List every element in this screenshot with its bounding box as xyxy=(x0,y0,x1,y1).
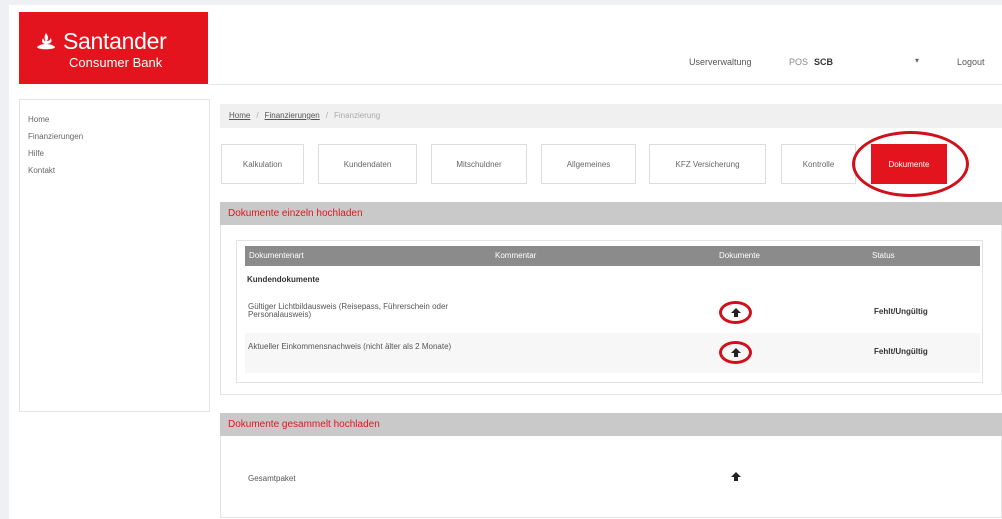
brand-name: Santander xyxy=(63,28,167,54)
section-kundendokumente: Kundendokumente xyxy=(247,275,320,284)
sidebar-item-finanzierungen[interactable]: Finanzierungen xyxy=(28,128,209,145)
breadcrumb-separator: / xyxy=(256,111,259,120)
breadcrumb-home[interactable]: Home xyxy=(229,111,250,120)
upload-icon[interactable] xyxy=(731,348,741,358)
status-badge: Fehlt/Ungültig xyxy=(874,347,928,356)
sidebar-item-kontakt[interactable]: Kontakt xyxy=(28,162,209,179)
sidebar-item-hilfe[interactable]: Hilfe xyxy=(28,145,209,162)
col-kommentar: Kommentar xyxy=(495,251,537,260)
panel-body-gesammelt xyxy=(220,436,1002,518)
breadcrumb-separator: / xyxy=(325,111,328,120)
pos-select[interactable]: POS SCB xyxy=(789,57,833,67)
document-type: Aktueller Einkommensnachweis (nicht älte… xyxy=(248,342,452,351)
tab-kfz-versicherung[interactable]: KFZ Versicherung xyxy=(649,144,766,184)
top-bar: Userverwaltung POS SCB ▾ Logout xyxy=(209,12,1002,85)
window-frame-top xyxy=(0,0,1002,5)
tab-dokumente[interactable]: Dokumente xyxy=(871,144,947,184)
tab-kundendaten[interactable]: Kundendaten xyxy=(318,144,417,184)
tab-mitschuldner[interactable]: Mitschuldner xyxy=(431,144,527,184)
col-dokumentenart: Dokumentenart xyxy=(249,251,304,260)
chevron-down-icon[interactable]: ▾ xyxy=(915,56,919,65)
sidebar-item-home[interactable]: Home xyxy=(28,111,209,128)
pos-value: SCB xyxy=(814,57,834,67)
upload-icon[interactable] xyxy=(731,472,741,482)
panel-header-gesammelt: Dokumente gesammelt hochladen xyxy=(220,413,1002,436)
tab-allgemeines[interactable]: Allgemeines xyxy=(541,144,636,184)
table-row: Gültiger Lichtbildausweis (Reisepass, Fü… xyxy=(245,293,980,333)
santander-logo[interactable]: Santander Consumer Bank xyxy=(19,12,208,84)
status-badge: Fehlt/Ungültig xyxy=(874,307,928,316)
breadcrumb: Home / Finanzierungen / Finanzierung xyxy=(220,104,1002,128)
tab-kalkulation[interactable]: Kalkulation xyxy=(221,144,304,184)
gesamtpaket-label: Gesamtpaket xyxy=(248,474,296,483)
document-type: Gültiger Lichtbildausweis (Reisepass, Fü… xyxy=(248,302,449,319)
userverwaltung-link[interactable]: Userverwaltung xyxy=(689,57,752,67)
table-row: Aktueller Einkommensnachweis (nicht älte… xyxy=(245,333,980,373)
upload-icon[interactable] xyxy=(731,308,741,318)
panel-header-einzeln: Dokumente einzeln hochladen xyxy=(220,202,1002,225)
tab-kontrolle[interactable]: Kontrolle xyxy=(781,144,856,184)
sidebar: Home Finanzierungen Hilfe Kontakt xyxy=(19,99,210,412)
table-header: Dokumentenart Kommentar Dokumente Status xyxy=(245,246,980,266)
logout-link[interactable]: Logout xyxy=(957,57,985,67)
col-dokumente: Dokumente xyxy=(719,251,760,260)
col-status: Status xyxy=(872,251,895,260)
pos-label: POS xyxy=(789,57,809,67)
breadcrumb-finanzierungen[interactable]: Finanzierungen xyxy=(265,111,320,120)
brand-sub: Consumer Bank xyxy=(69,55,163,70)
breadcrumb-current: Finanzierung xyxy=(333,111,381,120)
flame-icon xyxy=(37,33,55,50)
window-frame-left xyxy=(0,0,9,519)
